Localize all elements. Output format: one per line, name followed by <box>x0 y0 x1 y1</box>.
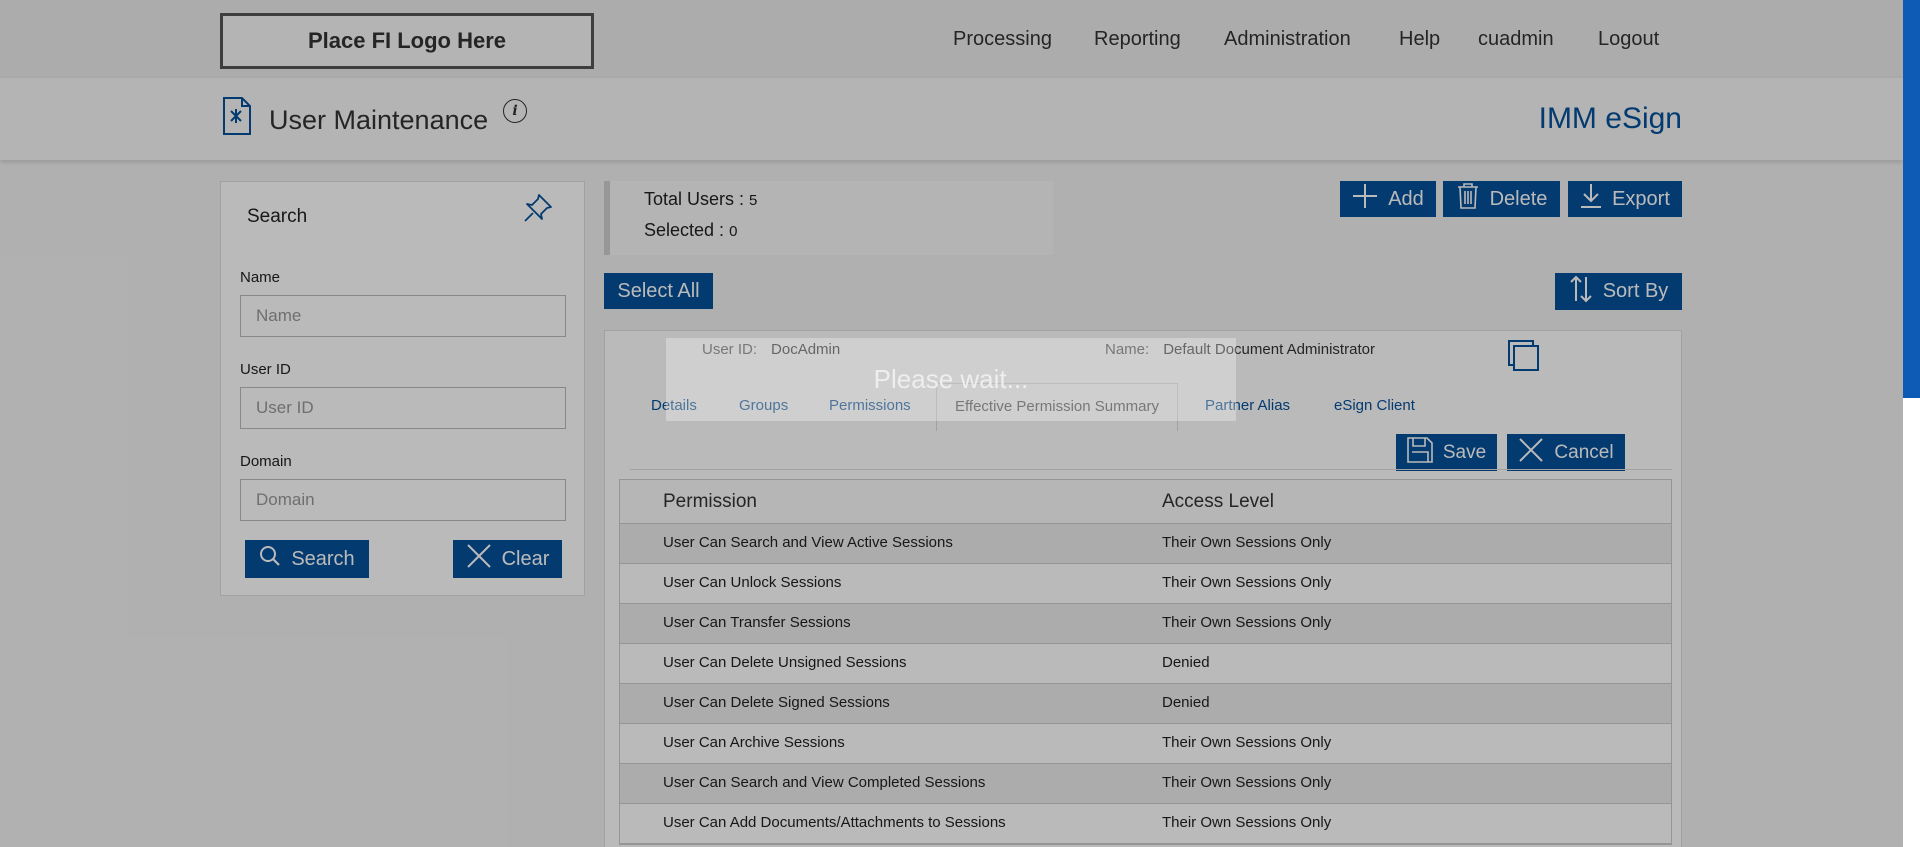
loading-overlay: Please wait... <box>0 0 1903 847</box>
page: Place FI Logo Here Processing Reporting … <box>0 0 1903 847</box>
please-wait-message: Please wait... <box>666 338 1236 421</box>
scrollbar-thumb[interactable] <box>1903 0 1920 398</box>
